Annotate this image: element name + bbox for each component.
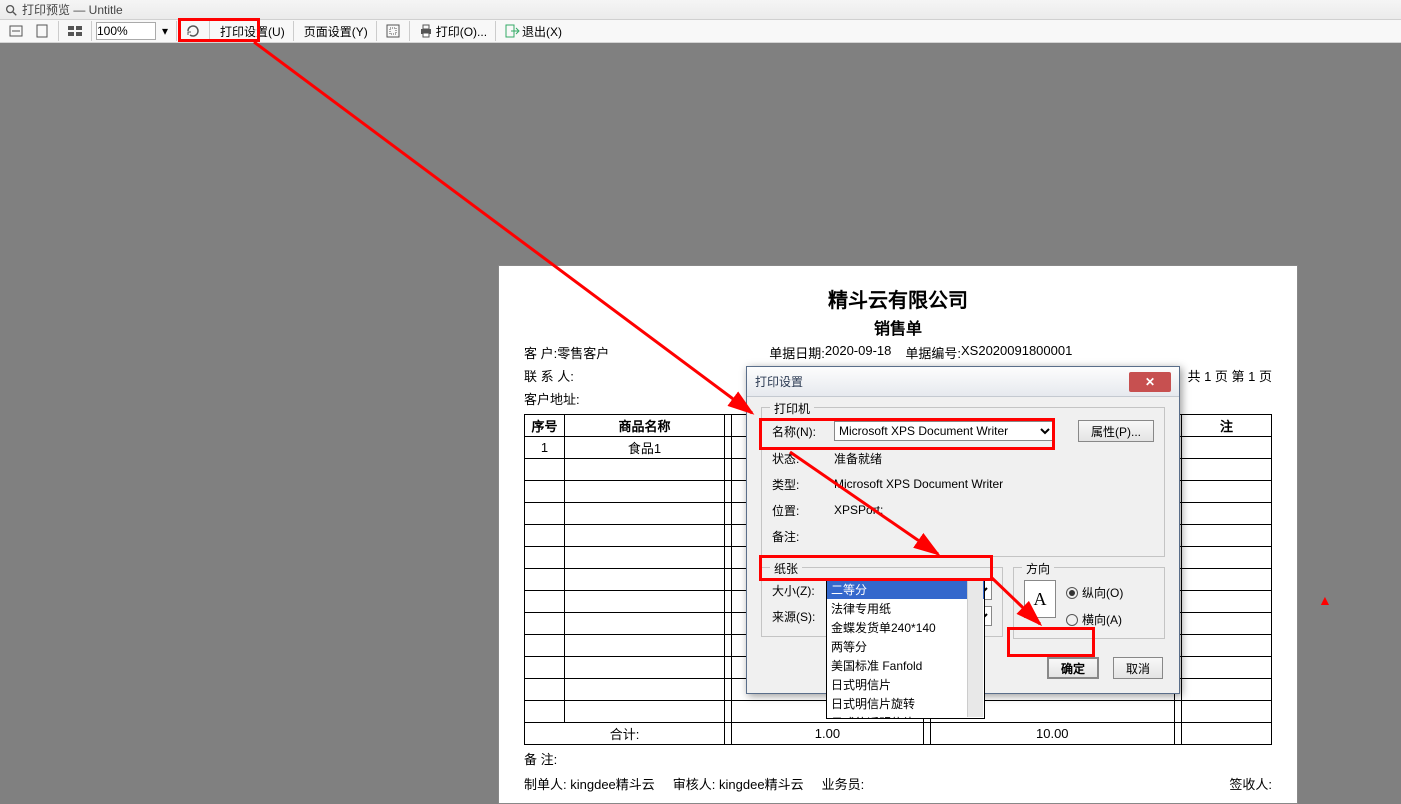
size-option[interactable]: 日式明信片 <box>827 675 984 694</box>
remark-label: 备 注: <box>524 749 557 768</box>
company-name: 精斗云有限公司 <box>524 284 1272 313</box>
page-info: 共 1 页 第 1 页 <box>1187 366 1272 385</box>
size-option[interactable]: 日式往返明信片 <box>827 713 984 719</box>
size-option[interactable]: 二等分 <box>827 580 984 599</box>
amt-total: 10.00 <box>930 723 1174 745</box>
landscape-radio[interactable]: 横向(A) <box>1066 611 1123 628</box>
col-seq: 序号 <box>525 415 565 437</box>
size-option[interactable]: 两等分 <box>827 637 984 656</box>
printer-name-select[interactable]: Microsoft XPS Document Writer <box>834 421 1054 441</box>
print-button[interactable]: 打印(O)... <box>414 21 491 41</box>
col-name: 商品名称 <box>565 415 725 437</box>
billno-label: 单据编号: <box>905 343 961 362</box>
print-setup-button[interactable]: 打印设置(U) <box>214 21 289 41</box>
printer-group: 打印机 名称(N): Microsoft XPS Document Writer… <box>761 407 1165 557</box>
size-option[interactable]: 日式明信片旋转 <box>827 694 984 713</box>
close-icon[interactable]: ✕ <box>1129 372 1171 392</box>
preview-icon <box>4 3 18 17</box>
customer-label: 客 户: <box>524 343 557 362</box>
zoom-dropdown-icon[interactable]: ▾ <box>158 21 172 41</box>
customer-value: 零售客户 <box>557 343 609 362</box>
title-bar: 打印预览 — Untitle <box>0 0 1401 20</box>
exit-button[interactable]: 退出(X) <box>500 21 566 41</box>
address-label: 客户地址: <box>524 389 580 408</box>
contact-label: 联 系 人: <box>524 366 574 385</box>
orientation-group: 方向 A 纵向(O) 横向(A) <box>1013 567 1165 639</box>
col-note: 注 <box>1182 415 1272 437</box>
size-option[interactable]: 法律专用纸 <box>827 599 984 618</box>
window-title: 打印预览 — Untitle <box>22 1 123 18</box>
fit-page-icon[interactable] <box>30 21 54 41</box>
orientation-preview-icon: A <box>1024 580 1056 618</box>
multi-page-icon[interactable] <box>63 21 87 41</box>
toolbar: ▾ 打印设置(U) 页面设置(Y) 打印(O)... 退出(X) <box>0 20 1401 43</box>
fit-width-icon[interactable] <box>4 21 28 41</box>
refresh-icon[interactable] <box>181 21 205 41</box>
total-label: 合计: <box>525 723 725 745</box>
date-value: 2020-09-18 <box>825 343 892 362</box>
margins-icon[interactable] <box>381 21 405 41</box>
date-label: 单据日期: <box>769 343 825 362</box>
qty-total: 1.00 <box>732 723 923 745</box>
billno-value: XS2020091800001 <box>961 343 1072 362</box>
doc-title: 销售单 <box>524 315 1272 339</box>
size-option[interactable]: 金蝶发货单240*140 <box>827 618 984 637</box>
paper-size-dropdown[interactable]: 二等分法律专用纸金蝶发货单240*140两等分美国标准 Fanfold日式明信片… <box>826 579 985 719</box>
ok-button[interactable]: 确定 <box>1047 657 1099 679</box>
size-option[interactable]: 美国标准 Fanfold <box>827 656 984 675</box>
page-setup-button[interactable]: 页面设置(Y) <box>298 21 372 41</box>
cancel-button[interactable]: 取消 <box>1113 657 1163 679</box>
properties-button[interactable]: 属性(P)... <box>1078 420 1154 442</box>
portrait-radio[interactable]: 纵向(O) <box>1066 584 1123 601</box>
dialog-title: 打印设置 <box>755 373 803 390</box>
zoom-select[interactable] <box>96 22 156 40</box>
